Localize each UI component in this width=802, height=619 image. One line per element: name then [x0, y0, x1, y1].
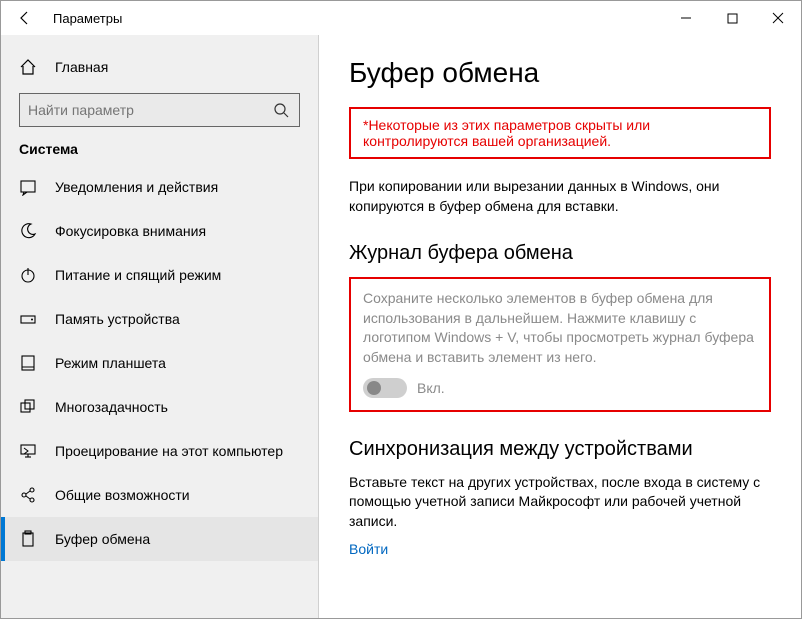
- toggle-label: Вкл.: [417, 380, 445, 396]
- window-title: Параметры: [53, 11, 122, 26]
- section-label: Система: [1, 141, 318, 157]
- page-title: Буфер обмена: [349, 57, 771, 89]
- sync-description: Вставьте текст на других устройствах, по…: [349, 473, 771, 532]
- home-label: Главная: [55, 59, 108, 75]
- history-description: Сохраните несколько элементов в буфер об…: [363, 289, 757, 367]
- toggle-knob: [367, 381, 381, 395]
- nav-label: Уведомления и действия: [55, 179, 218, 195]
- share-icon: [19, 486, 37, 504]
- titlebar: Параметры: [1, 1, 801, 35]
- nav-power[interactable]: Питание и спящий режим: [1, 253, 318, 297]
- nav-label: Проецирование на этот компьютер: [55, 443, 283, 459]
- policy-alert: *Некоторые из этих параметров скрыты или…: [349, 107, 771, 159]
- nav-focus[interactable]: Фокусировка внимания: [1, 209, 318, 253]
- tablet-icon: [19, 354, 37, 372]
- clipboard-icon: [19, 530, 37, 548]
- nav-label: Общие возможности: [55, 487, 190, 503]
- content: Буфер обмена *Некоторые из этих параметр…: [319, 35, 801, 618]
- nav-shared[interactable]: Общие возможности: [1, 473, 318, 517]
- history-toggle[interactable]: [363, 378, 407, 398]
- moon-icon: [19, 222, 37, 240]
- search-input[interactable]: [28, 102, 273, 118]
- nav-clipboard[interactable]: Буфер обмена: [1, 517, 318, 561]
- home-link[interactable]: Главная: [1, 47, 318, 87]
- close-button[interactable]: [755, 2, 801, 34]
- window-controls: [663, 2, 801, 34]
- power-icon: [19, 266, 37, 284]
- search-icon: [273, 102, 291, 118]
- multitask-icon: [19, 398, 37, 416]
- home-icon: [19, 58, 37, 76]
- clipboard-description: При копировании или вырезании данных в W…: [349, 177, 771, 216]
- nav-label: Память устройства: [55, 311, 180, 327]
- sidebar: Главная Система Уведомления и действия Ф…: [1, 35, 319, 618]
- nav-label: Многозадачность: [55, 399, 168, 415]
- nav-label: Фокусировка внимания: [55, 223, 206, 239]
- history-heading: Журнал буфера обмена: [349, 242, 771, 265]
- nav-label: Буфер обмена: [55, 531, 150, 547]
- nav-storage[interactable]: Память устройства: [1, 297, 318, 341]
- back-button[interactable]: [9, 2, 41, 34]
- history-panel: Сохраните несколько элементов в буфер об…: [349, 277, 771, 411]
- history-toggle-row: Вкл.: [363, 378, 757, 398]
- signin-link[interactable]: Войти: [349, 541, 388, 557]
- search-box[interactable]: [19, 93, 300, 127]
- minimize-button[interactable]: [663, 2, 709, 34]
- nav-multitasking[interactable]: Многозадачность: [1, 385, 318, 429]
- nav-label: Питание и спящий режим: [55, 267, 221, 283]
- nav-tablet[interactable]: Режим планшета: [1, 341, 318, 385]
- nav-projecting[interactable]: Проецирование на этот компьютер: [1, 429, 318, 473]
- nav-notifications[interactable]: Уведомления и действия: [1, 165, 318, 209]
- notification-icon: [19, 178, 37, 196]
- project-icon: [19, 442, 37, 460]
- sync-heading: Синхронизация между устройствами: [349, 438, 771, 461]
- nav-label: Режим планшета: [55, 355, 166, 371]
- nav-list: Уведомления и действия Фокусировка внима…: [1, 165, 318, 561]
- storage-icon: [19, 310, 37, 328]
- maximize-button[interactable]: [709, 2, 755, 34]
